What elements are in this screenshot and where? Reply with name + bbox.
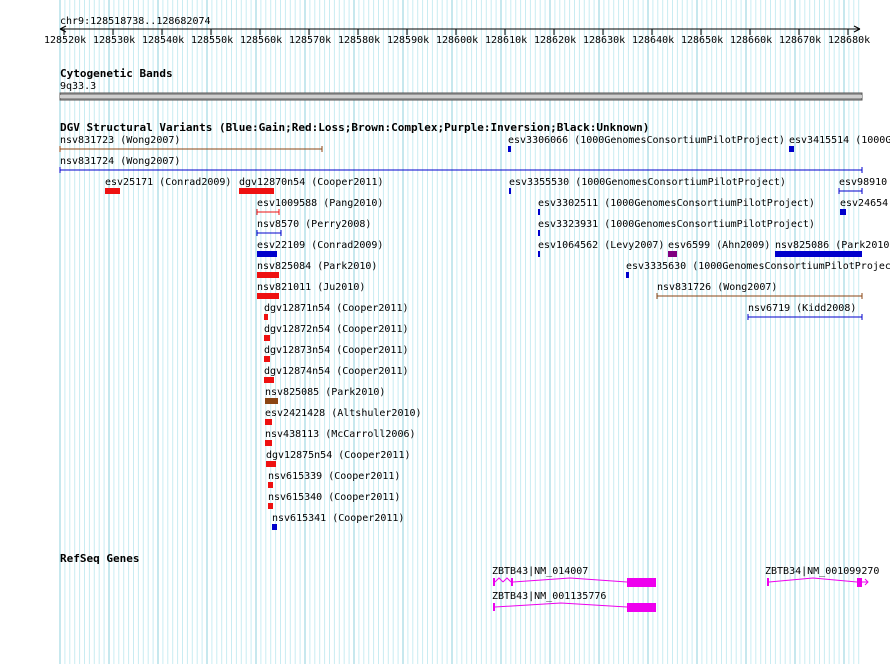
variant-label[interactable]: esv22109 (Conrad2009) xyxy=(257,240,383,251)
ruler-tick: 128580k xyxy=(338,35,381,46)
ruler-tick: 128590k xyxy=(387,35,430,46)
variant-label[interactable]: esv3306066 (1000GenomesConsortiumPilotPr… xyxy=(508,135,785,146)
variant-label[interactable]: dgv12872n54 (Cooper2011) xyxy=(264,324,409,335)
variant-label[interactable]: nsv8570 (Perry2008) xyxy=(257,219,371,230)
variant-glyph xyxy=(264,356,270,362)
cytoband-track-title: Cytogenetic Bands xyxy=(60,67,173,80)
gene-exon xyxy=(857,578,862,587)
gene-intron xyxy=(502,577,512,583)
gene-exon xyxy=(627,578,656,587)
variant-glyph xyxy=(626,272,629,278)
ruler-tick: 128650k xyxy=(681,35,724,46)
variant-glyph xyxy=(265,398,278,404)
variant-label[interactable]: esv3335630 (1000GenomesConsortiumPilotPr… xyxy=(626,261,890,272)
variant-glyph xyxy=(789,146,794,152)
variant-label[interactable]: esv3355530 (1000GenomesConsortiumPilotPr… xyxy=(509,177,786,188)
ruler-tick: 128570k xyxy=(289,35,332,46)
variant-label[interactable]: dgv12873n54 (Cooper2011) xyxy=(264,345,409,356)
variant-label[interactable]: esv98910 xyxy=(839,177,887,188)
ruler-tick: 128530k xyxy=(93,35,136,46)
variant-label[interactable]: nsv821011 (Ju2010) xyxy=(257,282,365,293)
variant-label[interactable]: esv2421428 (Altshuler2010) xyxy=(265,408,422,419)
gene-exon xyxy=(511,578,513,586)
variant-label[interactable]: nsv615340 (Cooper2011) xyxy=(268,492,400,503)
gene-exon xyxy=(627,603,656,612)
variant-label[interactable]: esv3323931 (1000GenomesConsortiumPilotPr… xyxy=(538,219,815,230)
variant-glyph xyxy=(265,440,272,446)
gene-label[interactable]: ZBTB34|NM_001099270 xyxy=(765,566,879,577)
variant-glyph xyxy=(840,209,846,215)
variant-glyph xyxy=(257,293,279,299)
variant-glyph xyxy=(268,503,273,509)
gene-strand-arrow-icon xyxy=(862,578,869,586)
variant-glyph xyxy=(257,251,277,257)
ruler-tick: 128600k xyxy=(436,35,479,46)
variant-label[interactable]: nsv831724 (Wong2007) xyxy=(60,156,180,167)
variant-glyph xyxy=(264,377,274,383)
ruler-tick: 128640k xyxy=(632,35,675,46)
variant-glyph xyxy=(265,419,272,425)
variant-glyph xyxy=(239,188,274,194)
variant-label[interactable]: nsv831723 (Wong2007) xyxy=(60,135,180,146)
ruler-tick: 128520k xyxy=(44,35,87,46)
variant-label[interactable]: dgv12870n54 (Cooper2011) xyxy=(239,177,384,188)
variant-glyph xyxy=(538,251,540,257)
variant-label[interactable]: esv1009588 (Pang2010) xyxy=(257,198,383,209)
gene-intron xyxy=(494,602,628,608)
gene-exon xyxy=(767,578,769,586)
gene-label[interactable]: ZBTB43|NM_001135776 xyxy=(492,591,606,602)
ruler-tick: 128610k xyxy=(485,35,528,46)
variant-label[interactable]: nsv831726 (Wong2007) xyxy=(657,282,777,293)
variant-label[interactable]: esv1064562 (Levy2007) xyxy=(538,240,664,251)
variant-label[interactable]: nsv825085 (Park2010) xyxy=(265,387,385,398)
ruler-tick: 128550k xyxy=(191,35,234,46)
ruler-tick: 128670k xyxy=(779,35,822,46)
variant-label[interactable]: esv25171 (Conrad2009) xyxy=(105,177,231,188)
variant-glyph xyxy=(264,335,270,341)
genome-browser-panel: chr9:128518738..128682074 128520k 128530… xyxy=(0,0,890,664)
variant-glyph xyxy=(775,251,862,257)
ruler-tick: 128560k xyxy=(240,35,283,46)
dgv-track-title: DGV Structural Variants (Blue:Gain;Red:L… xyxy=(60,121,650,134)
variant-glyph xyxy=(509,188,511,194)
ruler-range-label: chr9:128518738..128682074 xyxy=(60,16,211,27)
variant-label[interactable]: nsv438113 (McCarroll2006) xyxy=(265,429,416,440)
ruler-tick: 128620k xyxy=(534,35,577,46)
variant-glyph xyxy=(538,209,540,215)
ruler-tick: 128680k xyxy=(828,35,871,46)
variant-label[interactable]: dgv12874n54 (Cooper2011) xyxy=(264,366,409,377)
variant-label[interactable]: nsv6719 (Kidd2008) xyxy=(748,303,856,314)
variant-label[interactable]: nsv615341 (Cooper2011) xyxy=(272,513,404,524)
variant-glyph xyxy=(508,146,511,152)
variant-glyph xyxy=(257,272,279,278)
variant-label[interactable]: nsv825086 (Park2010 xyxy=(775,240,889,251)
variant-label[interactable]: esv24654 xyxy=(840,198,888,209)
variant-glyph xyxy=(272,524,277,530)
gene-exon xyxy=(493,603,495,611)
variant-label[interactable]: dgv12871n54 (Cooper2011) xyxy=(264,303,409,314)
gene-exon xyxy=(493,578,495,586)
variant-label[interactable]: esv3415514 (1000G xyxy=(789,135,890,146)
variant-glyph xyxy=(105,188,120,194)
variant-label[interactable]: nsv825084 (Park2010) xyxy=(257,261,377,272)
variant-label[interactable]: esv6599 (Ahn2009) xyxy=(668,240,770,251)
variant-label[interactable]: dgv12875n54 (Cooper2011) xyxy=(266,450,411,461)
cytoband-label: 9q33.3 xyxy=(60,81,97,92)
variant-label[interactable]: nsv615339 (Cooper2011) xyxy=(268,471,400,482)
ruler-tick: 128540k xyxy=(142,35,185,46)
variant-glyph xyxy=(266,461,276,467)
ruler-tick: 128630k xyxy=(583,35,626,46)
ruler-tick: 128660k xyxy=(730,35,773,46)
variant-glyph xyxy=(268,482,273,488)
variant-glyph xyxy=(668,251,677,257)
gene-label[interactable]: ZBTB43|NM_014007 xyxy=(492,566,588,577)
variant-label[interactable]: esv3302511 (1000GenomesConsortiumPilotPr… xyxy=(538,198,815,209)
variant-glyph xyxy=(264,314,268,320)
cytoband-bar-inner xyxy=(60,95,862,98)
refseq-track-title: RefSeq Genes xyxy=(60,552,140,565)
variant-glyph xyxy=(538,230,540,236)
